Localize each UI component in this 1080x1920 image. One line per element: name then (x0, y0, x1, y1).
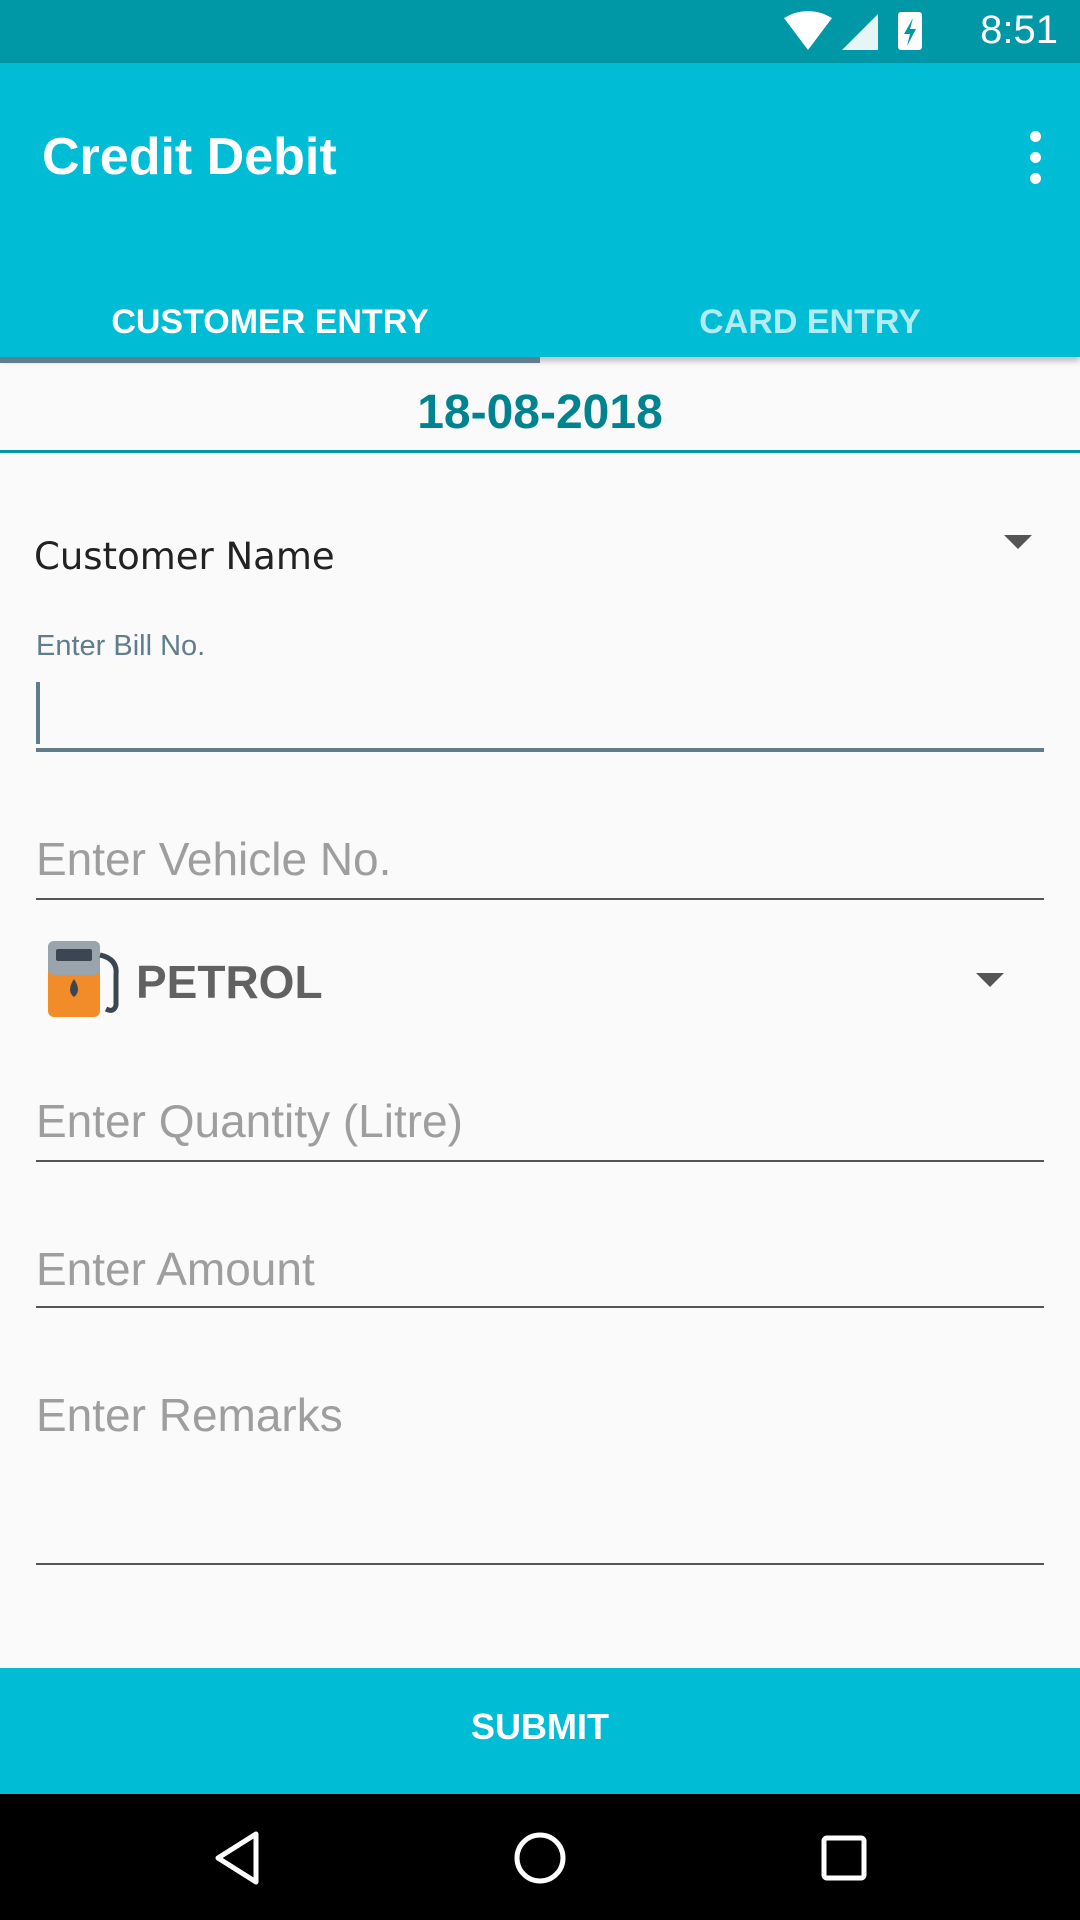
vehicle-no-placeholder: Enter Vehicle No. (36, 833, 392, 885)
bill-no-label: Enter Bill No. (36, 630, 206, 662)
tab-customer-entry[interactable]: CUSTOMER ENTRY (0, 291, 540, 357)
amount-field[interactable]: Enter Amount (36, 1240, 1044, 1312)
recents-icon[interactable] (814, 1828, 874, 1888)
fuel-type-label: PETROL (136, 956, 323, 1008)
remarks-field[interactable]: Enter Remarks (36, 1384, 1044, 1566)
signal-icon (842, 14, 878, 50)
status-icons (784, 11, 922, 50)
tab-card-entry[interactable]: CARD ENTRY (540, 291, 1080, 357)
date-divider (0, 450, 1080, 453)
overflow-menu-button[interactable] (1012, 125, 1058, 191)
home-icon[interactable] (510, 1828, 570, 1888)
back-icon[interactable] (208, 1828, 268, 1888)
bill-no-field[interactable] (36, 748, 1044, 752)
customer-name-label: Customer Name (34, 535, 335, 578)
app-bar: Credit Debit CUSTOMER ENTRY CARD ENTRY (0, 63, 1080, 363)
system-nav-bar (0, 1794, 1080, 1920)
vehicle-no-field[interactable]: Enter Vehicle No. (36, 830, 1044, 900)
chevron-down-icon (1004, 535, 1032, 549)
tab-bar: CUSTOMER ENTRY CARD ENTRY (0, 291, 1080, 363)
quantity-field[interactable]: Enter Quantity (Litre) (36, 1092, 1044, 1164)
amount-placeholder: Enter Amount (36, 1243, 315, 1295)
chevron-down-icon (976, 973, 1004, 987)
fuel-type-spinner[interactable]: PETROL (44, 935, 1024, 1025)
status-bar: 8:51 (0, 0, 1080, 63)
tab-indicator (0, 357, 540, 363)
quantity-placeholder: Enter Quantity (Litre) (36, 1095, 463, 1147)
date-display[interactable]: 18-08-2018 (0, 385, 1080, 440)
fuel-pump-icon (48, 941, 119, 1017)
remarks-placeholder: Enter Remarks (36, 1389, 343, 1441)
customer-name-spinner[interactable]: Customer Name (34, 535, 1034, 605)
app-title: Credit Debit (42, 128, 337, 186)
wifi-icon (784, 11, 832, 50)
status-time: 8:51 (980, 8, 1058, 52)
submit-button[interactable]: SUBMIT (0, 1668, 1080, 1794)
text-cursor (36, 682, 40, 744)
